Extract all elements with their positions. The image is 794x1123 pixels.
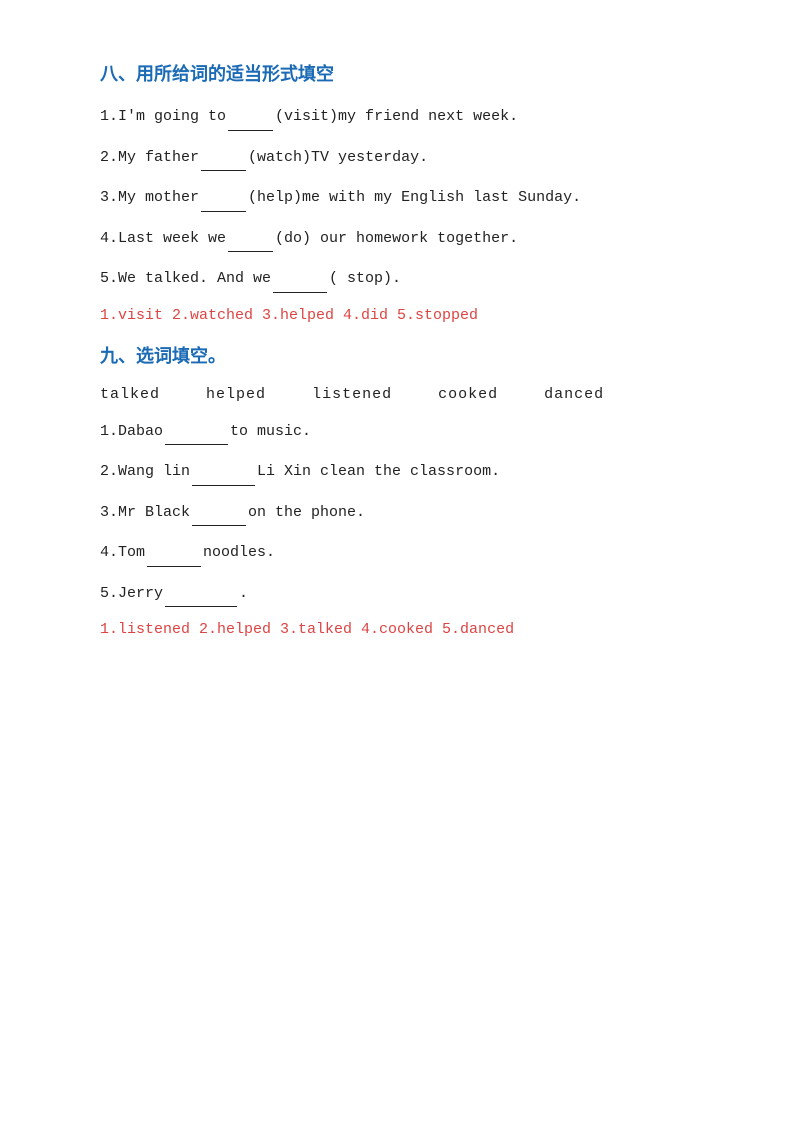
blank-9-5: [165, 581, 237, 608]
word-bank: talked helped listened cooked danced: [100, 386, 694, 403]
q8-3: 3.My mother (help)me with my English las…: [100, 185, 694, 212]
q8-2: 2.My father (watch)TV yesterday.: [100, 145, 694, 172]
section-9: 九、选词填空。 talked helped listened cooked da…: [100, 342, 694, 639]
word-danced: danced: [544, 386, 604, 403]
q9-5: 5.Jerry .: [100, 581, 694, 608]
section-8-answers: 1.visit 2.watched 3.helped 4.did 5.stopp…: [100, 307, 694, 324]
q8-4: 4.Last week we (do) our homework togethe…: [100, 226, 694, 253]
section-9-answers: 1.listened 2.helped 3.talked 4.cooked 5.…: [100, 621, 694, 638]
section-8: 八、用所给词的适当形式填空 1.I'm going to (visit)my f…: [100, 60, 694, 324]
blank-8-2: [201, 145, 246, 172]
blank-9-1: [165, 419, 228, 446]
q9-4: 4.Tom noodles.: [100, 540, 694, 567]
blank-8-4: [228, 226, 273, 253]
section-9-title: 九、选词填空。: [100, 342, 694, 368]
word-talked: talked: [100, 386, 160, 403]
blank-9-4: [147, 540, 201, 567]
word-cooked: cooked: [438, 386, 498, 403]
q9-3: 3.Mr Black on the phone.: [100, 500, 694, 527]
blank-9-2: [192, 459, 255, 486]
blank-8-1: [228, 104, 273, 131]
word-helped: helped: [206, 386, 266, 403]
q9-1: 1.Dabao to music.: [100, 419, 694, 446]
blank-9-3: [192, 500, 246, 527]
q9-2: 2.Wang lin Li Xin clean the classroom.: [100, 459, 694, 486]
q8-1: 1.I'm going to (visit)my friend next wee…: [100, 104, 694, 131]
blank-8-3: [201, 185, 246, 212]
q8-5: 5.We talked. And we ( stop).: [100, 266, 694, 293]
blank-8-5: [273, 266, 327, 293]
word-listened: listened: [312, 386, 392, 403]
section-8-title: 八、用所给词的适当形式填空: [100, 60, 694, 86]
